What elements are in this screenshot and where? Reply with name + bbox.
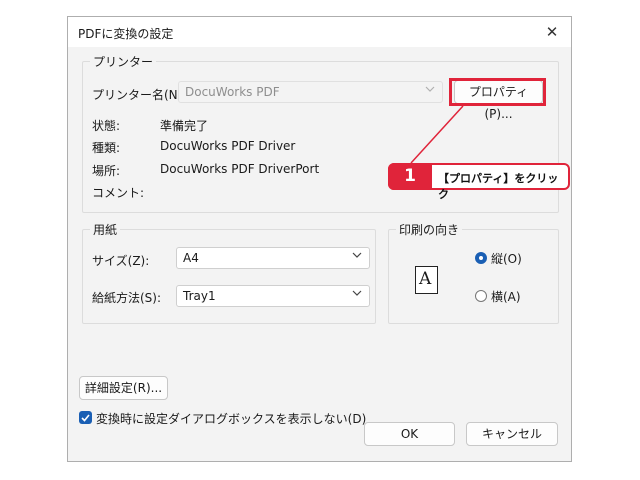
- step-number: 1: [388, 163, 432, 190]
- step-callout: 1 【プロパティ】をクリック: [388, 163, 570, 201]
- step-instruction: 【プロパティ】をクリック: [438, 172, 559, 201]
- callout-leader-line: [410, 105, 464, 164]
